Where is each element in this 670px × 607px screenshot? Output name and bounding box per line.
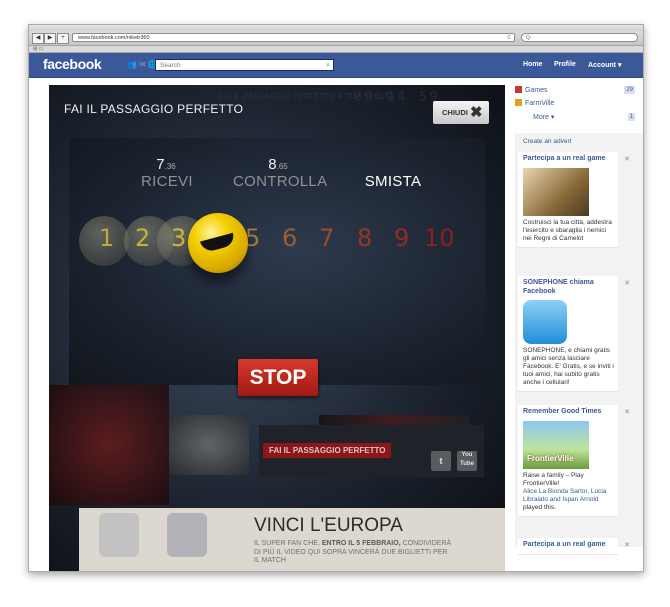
scale-6: 6 xyxy=(282,224,298,252)
ad-friends-suffix: played this. xyxy=(523,503,556,511)
games-count: 29 xyxy=(624,86,635,94)
step-controlla: 8.65 CONTROLLA xyxy=(233,156,328,190)
ad-title[interactable]: SONEPHONE chiama Facebook xyxy=(523,279,615,296)
facebook-search-input[interactable]: Search ⌕ xyxy=(155,59,334,71)
farmville-label: FarmVille xyxy=(525,100,555,107)
step-controlla-value: 8 xyxy=(268,156,277,173)
add-tab-icon[interactable]: + xyxy=(57,33,69,44)
farmville-icon xyxy=(515,99,522,106)
games-icon xyxy=(515,86,522,93)
ad-text: SONEPHONE, e chiami gratis gli amici sen… xyxy=(523,347,614,386)
close-button[interactable]: CHIUDI ✖ xyxy=(433,101,489,124)
ad-frontierville[interactable]: Remember Good Times ✕ FrontierVille Rais… xyxy=(518,405,630,517)
ads-column: Create an advert Partecipa a un real gam… xyxy=(515,133,643,555)
step-smista-label: SMISTA xyxy=(364,173,422,190)
bookmarks-bar: ⊞ ▭ xyxy=(29,46,643,53)
games-label: Games xyxy=(525,87,548,94)
ad-text: Costruisci la tua città, addestra l'eser… xyxy=(523,218,612,242)
ad-title[interactable]: Remember Good Times xyxy=(523,408,615,417)
ad-archer-image[interactable] xyxy=(523,167,589,216)
twitter-icon[interactable]: t xyxy=(431,451,451,471)
background-crest-image xyxy=(49,385,169,505)
phone-icon[interactable] xyxy=(523,300,567,344)
nav-profile[interactable]: Profile xyxy=(554,61,576,68)
close-icon: ✖ xyxy=(470,104,483,121)
page-content: FAI IL PASSAGGIO PERFETTO A TUA SCELTA 0… xyxy=(29,78,643,571)
ad-real-game-2[interactable]: Partecipa a un real game ✕ xyxy=(518,538,630,555)
youtube-icon[interactable]: You Tube xyxy=(457,451,477,471)
scale-1: 1 xyxy=(99,224,115,252)
close-ad-icon[interactable]: ✕ xyxy=(624,155,630,163)
game-title: FAI IL PASSAGGIO PERFETTO xyxy=(64,102,244,116)
scoreboard: 09 14 59 xyxy=(354,90,441,105)
nav-home[interactable]: Home xyxy=(523,61,542,68)
ad-sonephone[interactable]: SONEPHONE chiama Facebook ✕ SONEPHONE, e… xyxy=(518,276,630,392)
step-indicators: 7.36 RICEVI 8.65 CONTROLLA SMISTA xyxy=(69,156,485,196)
promo-text-a: IL SUPER FAN CHE, xyxy=(254,540,322,547)
promo-title: VINCI L'EUROPA xyxy=(254,515,403,536)
ad-title[interactable]: Partecipa a un real game xyxy=(523,155,615,164)
ad-frontierville-image[interactable]: FrontierVille xyxy=(523,420,589,469)
create-advert-link[interactable]: Create an advert xyxy=(523,138,571,145)
cta-button[interactable]: FAI IL PASSAGGIO PERFETTO xyxy=(263,443,392,458)
bookmarks-icon[interactable]: ⊞ ▭ xyxy=(33,46,43,52)
nike-swoosh-icon xyxy=(200,232,236,254)
scale-10: 10 xyxy=(424,224,455,252)
step-ricevi: 7.36 RICEVI xyxy=(141,156,193,190)
background-shoe-image xyxy=(169,415,249,475)
step-smista: SMISTA xyxy=(363,156,423,190)
ad-text-prefix: Raise a family – Play FrontierVille! xyxy=(523,471,584,487)
right-sidebar: Games 29 FarmVille More ▾ 1 Create an ad… xyxy=(515,78,643,571)
scale-8: 8 xyxy=(357,224,373,252)
browser-toolbar: ◀ ▶ + www.facebook.com/niketr360 C Q- xyxy=(29,31,643,46)
ad-real-game[interactable]: Partecipa a un real game ✕ Costruisci la… xyxy=(518,152,630,248)
sidebar-app-games[interactable]: Games 29 xyxy=(515,86,635,96)
step-ricevi-label: RICEVI xyxy=(141,173,193,190)
ad-friends-link[interactable]: Alice La Bionda Sartor, Lucia Libralato … xyxy=(523,488,606,503)
facebook-logo[interactable]: facebook xyxy=(43,56,102,72)
search-icon[interactable]: ⌕ xyxy=(326,60,330,71)
promo-text-b: ENTRO IL 5 FEBBRAIO, xyxy=(321,540,401,547)
step-controlla-label: CONTROLLA xyxy=(233,173,328,190)
step-ricevi-value: 7 xyxy=(156,156,165,173)
sidebar-more-count: 1 xyxy=(627,113,635,121)
promo-text: IL SUPER FAN CHE, ENTRO IL 5 FEBBRAIO, C… xyxy=(254,540,454,566)
scale-7: 7 xyxy=(319,224,335,252)
forward-icon[interactable]: ▶ xyxy=(44,33,56,44)
scale-9: 9 xyxy=(394,224,410,252)
nike-app-canvas: FAI IL PASSAGGIO PERFETTO A TUA SCELTA 0… xyxy=(49,85,505,571)
back-icon[interactable]: ◀ xyxy=(32,33,44,44)
search-placeholder: Search xyxy=(160,62,181,69)
power-scale: 1 2 3 4 5 6 7 8 9 10 xyxy=(69,224,485,264)
football-icon xyxy=(188,213,248,273)
scale-3: 3 xyxy=(171,224,187,252)
close-ad-icon[interactable]: ✕ xyxy=(624,541,630,549)
nav-account[interactable]: Account ▾ xyxy=(588,61,621,69)
scale-2: 2 xyxy=(135,224,151,252)
arsenal-crest xyxy=(99,513,139,557)
game-overlay: 7.36 RICEVI 8.65 CONTROLLA SMISTA 1 2 3 … xyxy=(69,138,485,385)
close-ad-icon[interactable]: ✕ xyxy=(624,279,630,287)
ad-text: Raise a family – Play FrontierVille! Alic… xyxy=(523,472,615,512)
browser-window: ◀ ▶ + www.facebook.com/niketr360 C Q- ⊞ … xyxy=(28,24,644,572)
barcelona-crest xyxy=(167,513,207,557)
sidebar-app-farmville[interactable]: FarmVille xyxy=(515,99,635,109)
sidebar-more-link[interactable]: More ▾ xyxy=(533,113,554,121)
browser-search-field[interactable]: Q- xyxy=(521,33,638,42)
frontierville-logo-text: FrontierVille xyxy=(527,453,574,463)
close-ad-icon[interactable]: ✕ xyxy=(624,408,630,416)
close-label: CHIUDI xyxy=(442,108,468,117)
stop-button[interactable]: STOP xyxy=(238,359,318,396)
ad-title[interactable]: Partecipa a un real game xyxy=(523,541,615,550)
url-text: www.facebook.com/niketr360 xyxy=(78,35,150,41)
reload-icon[interactable]: C xyxy=(507,34,511,43)
facebook-header: facebook 👥✉🌐 Search ⌕ Home Profile Accou… xyxy=(29,53,643,78)
step-ricevi-decimal: .36 xyxy=(164,162,176,171)
address-bar[interactable]: www.facebook.com/niketr360 C xyxy=(72,33,515,42)
step-controlla-decimal: .65 xyxy=(276,162,288,171)
